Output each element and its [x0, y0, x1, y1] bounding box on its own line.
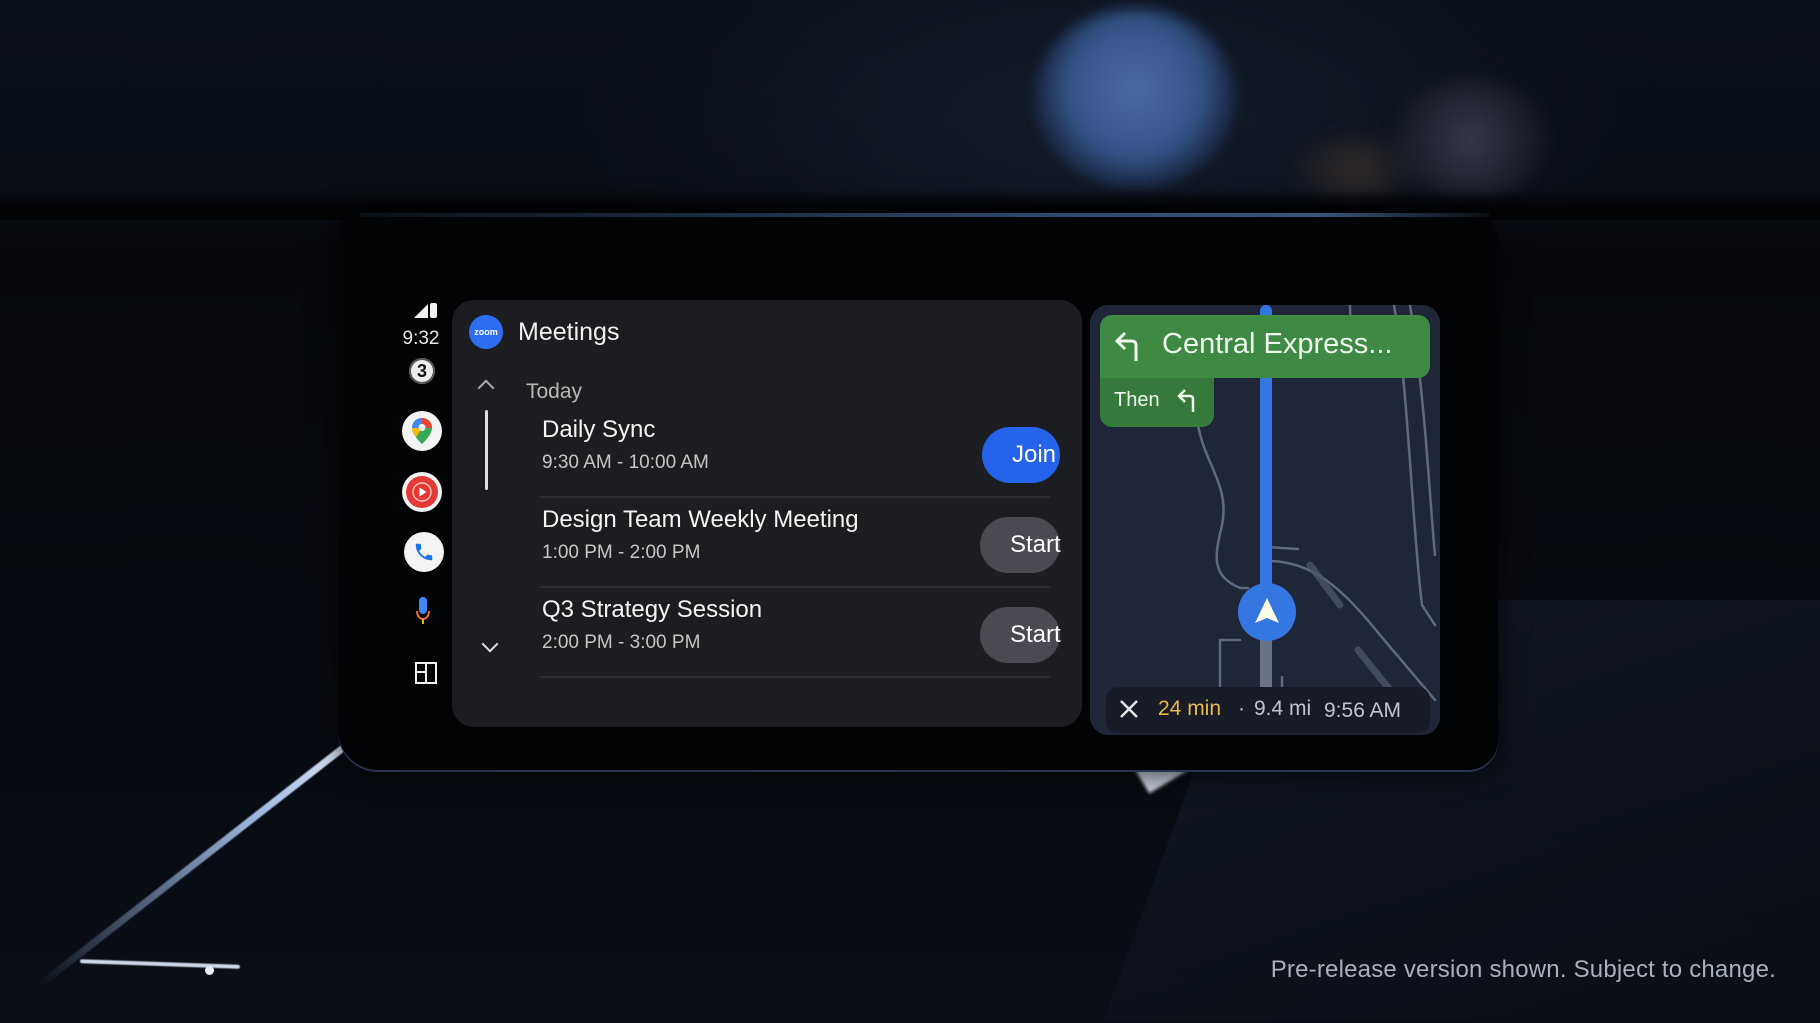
- eta-arrival-time: 9:56 AM: [1324, 699, 1402, 722]
- air-vent-trim: [79, 959, 241, 969]
- background-bokeh-light: [1035, 8, 1235, 188]
- start-button-label: Start: [1010, 531, 1061, 558]
- next-street-name: Central Express...: [1162, 328, 1393, 360]
- scrollbar-thumb[interactable]: [485, 410, 488, 490]
- meeting-time: 2:00 PM - 3:00 PM: [542, 632, 701, 653]
- air-vent-knob: [205, 966, 214, 975]
- scroll-down-chevron-icon[interactable]: [481, 635, 499, 653]
- navigation-map-panel[interactable]: Then Central Express... 24 min · 9.4 mi …: [1090, 305, 1440, 735]
- meeting-name: Design Team Weekly Meeting: [542, 506, 859, 533]
- youtube-music-app-button[interactable]: [402, 472, 442, 512]
- turn-left-icon: [1177, 389, 1195, 412]
- eta-duration: 24 min: [1158, 697, 1222, 720]
- disclaimer-text: Pre-release version shown. Subject to ch…: [1270, 956, 1776, 983]
- row-divider: [540, 586, 1050, 588]
- meeting-list-item[interactable]: Q3 Strategy Session 2:00 PM - 3:00 PM St…: [540, 590, 1061, 678]
- eta-separator: ·: [1238, 697, 1245, 720]
- maps-app-button[interactable]: [402, 411, 442, 451]
- close-navigation-icon[interactable]: [1118, 698, 1140, 720]
- meeting-list-item[interactable]: Design Team Weekly Meeting 1:00 PM - 2:0…: [540, 500, 1061, 588]
- clock: 9:32: [402, 328, 440, 349]
- start-meeting-button[interactable]: Start: [980, 517, 1061, 573]
- then-label: Then: [1114, 389, 1160, 411]
- meeting-name: Daily Sync: [542, 416, 656, 443]
- row-divider: [540, 496, 1050, 498]
- panel-title: Meetings: [518, 318, 620, 346]
- status-rail: 9:32 3: [395, 298, 455, 698]
- eta-distance: 9.4 mi: [1254, 697, 1312, 720]
- then-turn-card: Then: [1100, 375, 1214, 427]
- start-button-label: Start: [1010, 621, 1061, 648]
- navigation-arrow-icon: [1255, 598, 1279, 623]
- join-meeting-button[interactable]: Join: [982, 427, 1060, 483]
- meeting-time: 9:30 AM - 10:00 AM: [542, 452, 709, 473]
- scroll-up-chevron-icon[interactable]: [477, 379, 495, 397]
- start-meeting-button[interactable]: Start: [980, 607, 1061, 663]
- join-button-label: Join: [1012, 441, 1057, 468]
- youtube-music-icon: [406, 476, 438, 508]
- cell-signal-icon: [414, 304, 428, 318]
- row-divider: [540, 676, 1050, 678]
- status-icons: [405, 300, 445, 320]
- notification-badge[interactable]: 3: [409, 358, 435, 384]
- display-bezel-edge: [360, 213, 1490, 217]
- zoom-app-logo: zoom: [469, 315, 503, 349]
- turn-left-icon: [1114, 332, 1138, 361]
- phone-app-button[interactable]: [404, 532, 444, 572]
- meeting-list-item[interactable]: Daily Sync 9:30 AM - 10:00 AM Join: [540, 410, 1060, 498]
- section-header-today: Today: [526, 380, 583, 403]
- phone-icon: [415, 543, 433, 561]
- maps-icon: [412, 418, 432, 444]
- layout-grid-icon[interactable]: [415, 662, 437, 684]
- microphone-icon[interactable]: [415, 596, 431, 626]
- battery-icon: [430, 303, 437, 318]
- meetings-panel: zoom Meetings Today Daily Sync 9:30 AM -…: [452, 300, 1082, 727]
- next-turn-card[interactable]: Central Express...: [1100, 315, 1430, 378]
- trip-eta-bar: 24 min · 9.4 mi 9:56 AM: [1106, 687, 1430, 733]
- current-location-marker: [1238, 583, 1296, 641]
- meeting-name: Q3 Strategy Session: [542, 596, 763, 623]
- car-dashboard-scene: 9:32 3 zoom Meetings Today Daily Sync 9:…: [0, 0, 1820, 1023]
- meeting-time: 1:00 PM - 2:00 PM: [542, 542, 701, 563]
- background-bokeh-light: [1395, 80, 1545, 200]
